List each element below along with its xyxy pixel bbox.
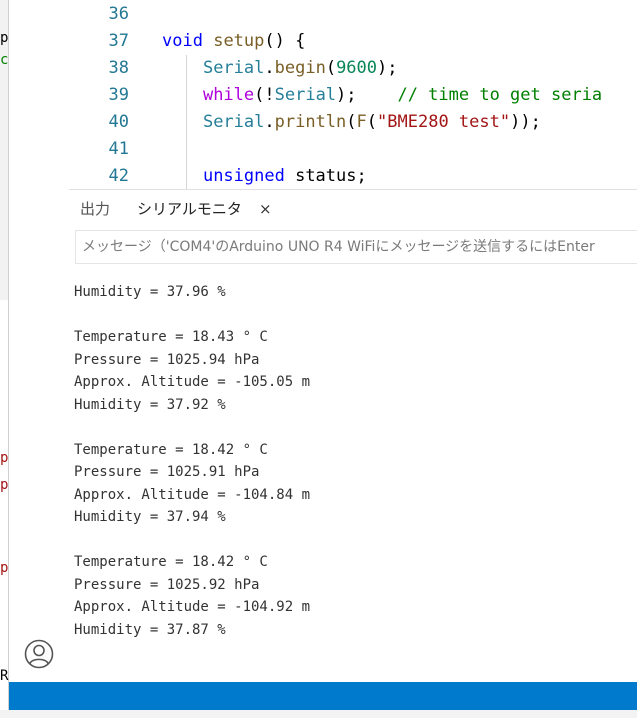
code-token: void bbox=[162, 31, 203, 51]
line-number: 42 bbox=[108, 166, 129, 186]
code-token: Serial bbox=[274, 85, 337, 105]
serial-output-line: Approx. Altitude = -104.92 m bbox=[74, 599, 311, 615]
line-number: 39 bbox=[108, 85, 129, 105]
code-line[interactable]: 38 Serial.begin(9600); bbox=[69, 55, 637, 82]
code-token: unsigned bbox=[202, 166, 285, 186]
tab-serial-monitor[interactable]: シリアルモニタ bbox=[137, 190, 242, 228]
left-panel-glyph: c bbox=[0, 52, 9, 68]
left-panel-glyph: p bbox=[0, 450, 9, 466]
code-text: unsigned status; bbox=[162, 163, 367, 190]
serial-output-line: Humidity = 37.92 % bbox=[74, 396, 226, 413]
code-token: println bbox=[274, 112, 347, 132]
account-icon[interactable] bbox=[23, 638, 55, 670]
activity-bar bbox=[9, 0, 69, 682]
panel-tabs: 出力 シリアルモニタ × bbox=[69, 190, 637, 228]
code-line[interactable]: 42 unsigned status; bbox=[69, 163, 637, 190]
code-editor[interactable]: 36 37 void setup() {38 Serial.begin(9600);… bbox=[69, 0, 637, 190]
tab-output[interactable]: 出力 bbox=[80, 190, 110, 228]
code-text: Serial.begin(9600); bbox=[162, 55, 398, 82]
code-line[interactable]: 37 void setup() { bbox=[69, 28, 637, 55]
serial-output-line: Humidity = 37.87 % bbox=[74, 621, 226, 638]
code-token: (! bbox=[254, 85, 275, 105]
left-panel-glyph: p bbox=[0, 30, 9, 46]
line-number: 40 bbox=[108, 112, 129, 132]
code-line[interactable]: 41 bbox=[69, 136, 637, 163]
serial-output-line: Humidity = 37.94 % bbox=[74, 509, 226, 525]
serial-output-line: Temperature = 18.42 ° C bbox=[74, 441, 268, 458]
left-side-panel-edge: pcpppR bbox=[0, 0, 9, 718]
serial-output-line: Approx. Altitude = -104.84 m bbox=[74, 486, 311, 503]
code-token: . bbox=[264, 58, 275, 78]
serial-output-line: Pressure = 1025.91 hPa bbox=[74, 464, 260, 480]
line-number: 36 bbox=[108, 4, 129, 24]
code-token: status; bbox=[284, 166, 367, 186]
code-text: void setup() { bbox=[162, 28, 305, 55]
close-icon[interactable]: × bbox=[259, 190, 272, 228]
code-token: Serial bbox=[202, 112, 265, 132]
serial-output-line: Pressure = 1025.92 hPa bbox=[74, 576, 260, 593]
code-token: ( bbox=[325, 58, 337, 78]
code-text: while(!Serial); // time to get seria bbox=[162, 82, 602, 109]
serial-message-input[interactable] bbox=[82, 231, 632, 263]
code-token: () { bbox=[264, 31, 306, 51]
code-token: )); bbox=[510, 112, 541, 132]
code-token: // time to get seria bbox=[397, 85, 603, 105]
line-number: 37 bbox=[108, 31, 129, 51]
serial-output-line: Humidity = 37.96 % bbox=[74, 284, 226, 300]
serial-output: Humidity = 37.96 % Temperature = 18.43 ° … bbox=[69, 266, 637, 682]
line-number: 38 bbox=[108, 58, 129, 78]
code-text: Serial.println(F("BME280 test")); bbox=[162, 109, 541, 136]
code-token: F bbox=[356, 112, 367, 132]
code-token: ( bbox=[366, 112, 378, 132]
code-line[interactable]: 39 while(!Serial); // time to get seria bbox=[69, 82, 637, 109]
code-token: . bbox=[264, 112, 275, 132]
code-line[interactable]: 40 Serial.println(F("BME280 test")); bbox=[69, 109, 637, 136]
serial-message-box bbox=[75, 230, 637, 264]
left-panel-glyph: p bbox=[0, 477, 9, 493]
status-bar bbox=[9, 682, 637, 710]
code-token: setup bbox=[213, 31, 265, 51]
code-token: Serial bbox=[202, 58, 265, 78]
serial-output-line: Approx. Altitude = -105.05 m bbox=[74, 374, 311, 390]
left-panel-glyph: p bbox=[0, 560, 9, 576]
code-line[interactable]: 36 bbox=[69, 1, 637, 28]
code-token: while bbox=[202, 85, 255, 105]
code-token: ); bbox=[377, 58, 398, 78]
code-token: ( bbox=[346, 112, 357, 132]
line-number: 41 bbox=[108, 139, 129, 159]
serial-output-line: Temperature = 18.42 ° C bbox=[74, 554, 268, 570]
left-panel-glyph: R bbox=[0, 668, 9, 684]
serial-output-line: Pressure = 1025.94 hPa bbox=[74, 351, 260, 368]
code-token: "BME280 test" bbox=[377, 112, 511, 132]
code-token: 9600 bbox=[336, 58, 378, 78]
code-token: begin bbox=[274, 58, 326, 78]
serial-output-line: Temperature = 18.43 ° C bbox=[74, 329, 268, 345]
code-token: ); bbox=[336, 85, 398, 105]
bottom-edge bbox=[0, 710, 637, 718]
